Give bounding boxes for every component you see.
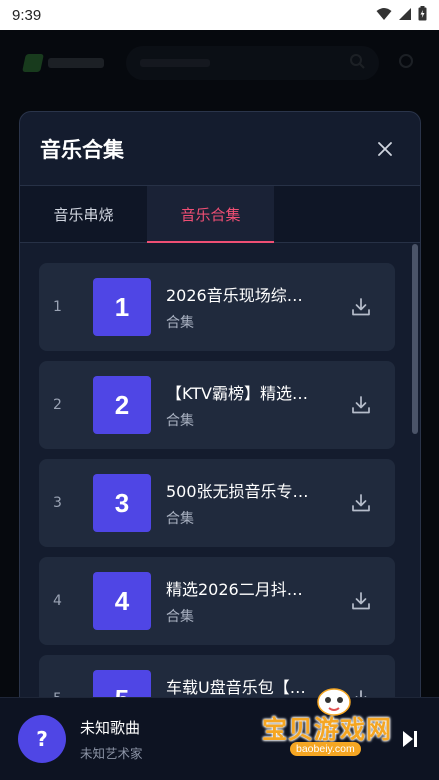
tab-collection[interactable]: 音乐合集 (147, 186, 274, 243)
download-button[interactable] (349, 491, 373, 515)
play-button[interactable] (399, 728, 421, 750)
wifi-icon (376, 6, 392, 25)
item-text: 精选2026二月抖… 合集 (166, 576, 335, 626)
item-title: 【KTV霸榜】精选… (166, 384, 308, 403)
modal-header: 音乐合集 (20, 112, 420, 186)
status-time: 9:39 (12, 6, 42, 24)
item-index: 1 (53, 299, 62, 315)
item-index: 2 (53, 397, 62, 413)
list-item[interactable]: 4 4 精选2026二月抖… 合集 (39, 557, 395, 645)
tab-bar: 音乐串烧 音乐合集 (20, 186, 420, 243)
list-item[interactable]: 3 3 500张无损音乐专… 合集 (39, 459, 395, 547)
item-index: 4 (53, 593, 62, 609)
item-subtitle: 合集 (166, 609, 194, 625)
status-icons (376, 5, 427, 25)
item-title: 500张无损音乐专… (166, 482, 309, 501)
list-item[interactable]: 2 2 【KTV霸榜】精选… 合集 (39, 361, 395, 449)
item-title: 车载U盘音乐包【… (166, 678, 306, 697)
item-title: 2026音乐现场综… (166, 286, 303, 305)
battery-icon (418, 5, 427, 25)
player-artist: 未知艺术家 (80, 745, 143, 761)
player-text: 未知歌曲 未知艺术家 (80, 717, 399, 762)
list-item[interactable]: 1 1 2026音乐现场综… 合集 (39, 263, 395, 351)
item-cover: 2 (93, 376, 151, 434)
signal-icon (398, 6, 412, 25)
download-icon (352, 494, 370, 512)
item-index: 3 (53, 495, 62, 511)
item-cover: 1 (93, 278, 151, 336)
item-text: 500张无损音乐专… 合集 (166, 478, 335, 528)
download-button[interactable] (349, 589, 373, 613)
download-icon (352, 298, 370, 316)
download-button[interactable] (349, 393, 373, 417)
item-text: 2026音乐现场综… 合集 (166, 282, 335, 332)
item-cover: 3 (93, 474, 151, 532)
collection-modal: 音乐合集 音乐串烧 音乐合集 1 1 2026音乐现场综… 合集 2 2 【KT… (19, 111, 421, 711)
modal-title: 音乐合集 (40, 137, 124, 162)
tab-medley[interactable]: 音乐串烧 (20, 186, 147, 242)
close-button[interactable] (372, 136, 398, 162)
player-title: 未知歌曲 (80, 718, 141, 737)
download-icon (352, 592, 370, 610)
list-scrollbar[interactable] (412, 244, 418, 434)
status-bar: 9:39 (0, 0, 439, 30)
collection-list: 1 1 2026音乐现场综… 合集 2 2 【KTV霸榜】精选… 合集 3 3 (39, 263, 395, 710)
item-cover: 4 (93, 572, 151, 630)
download-icon (352, 396, 370, 414)
item-title: 精选2026二月抖… (166, 580, 303, 599)
item-subtitle: 合集 (166, 511, 194, 527)
player-cover: ? (18, 715, 66, 763)
item-subtitle: 合集 (166, 413, 194, 429)
mini-player[interactable]: ? 未知歌曲 未知艺术家 (0, 697, 439, 780)
close-icon (378, 141, 392, 156)
download-button[interactable] (349, 295, 373, 319)
item-text: 【KTV霸榜】精选… 合集 (166, 380, 335, 430)
play-icon (403, 731, 417, 747)
item-subtitle: 合集 (166, 315, 194, 331)
